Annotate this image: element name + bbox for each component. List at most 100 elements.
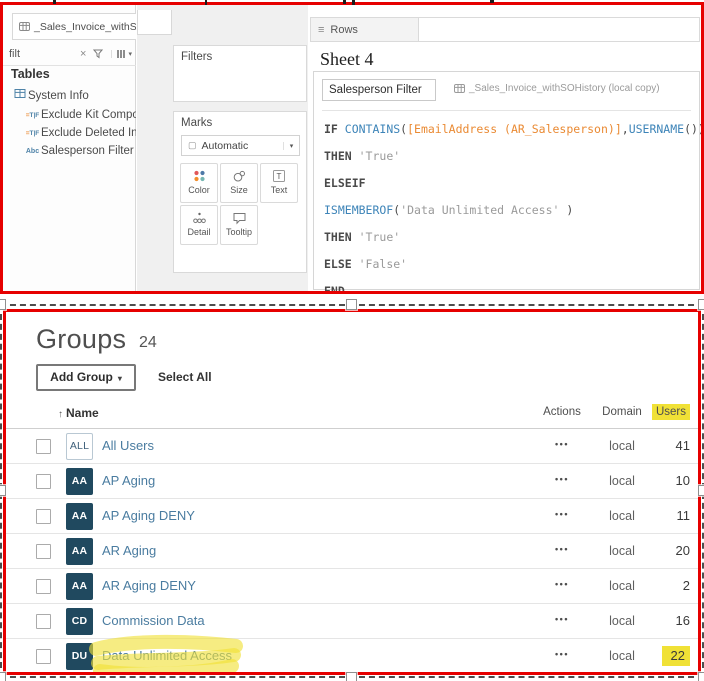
table-row: DUData Unlimited Access•••local22 <box>6 639 698 674</box>
table-row: ALLAll Users•••local41 <box>6 429 698 464</box>
selection-handle[interactable] <box>0 485 6 496</box>
actions-menu-icon[interactable]: ••• <box>542 544 582 554</box>
table-row: CDCommission Data•••local16 <box>6 604 698 639</box>
group-name-link[interactable]: AP Aging DENY <box>102 508 195 523</box>
row-checkbox[interactable] <box>36 544 51 559</box>
actions-menu-icon[interactable]: ••• <box>542 474 582 484</box>
field-label: System Info <box>28 90 89 102</box>
column-header-name[interactable]: ↑Name <box>58 406 99 420</box>
actions-menu-icon[interactable]: ••• <box>542 579 582 589</box>
screenshot-page: _Sales_Invoice_withSOHi... filt × ▾ Tabl… <box>0 0 704 681</box>
column-header-users[interactable]: Users <box>644 404 690 420</box>
field-item[interactable]: =T|FExclude Kit Components ... <box>3 105 136 123</box>
tooltip-icon <box>221 206 257 227</box>
groups-count: 24 <box>139 334 157 352</box>
domain-value: local <box>600 509 644 523</box>
group-name-link[interactable]: AR Aging <box>102 543 156 558</box>
field-item[interactable]: System Info <box>3 87 136 105</box>
filter-funnel-icon[interactable] <box>93 49 103 59</box>
calculated-boolean-icon: =T|F <box>24 105 41 123</box>
field-item[interactable]: =T|FExclude Deleted Invoice ... <box>3 123 136 141</box>
caret-down-icon[interactable]: ▾ <box>283 142 299 150</box>
group-name-link[interactable]: Data Unlimited Access <box>102 648 232 663</box>
formula-line: ISMEMBEROF('Data Unlimited Access' ) <box>324 197 695 224</box>
domain-value: local <box>600 579 644 593</box>
field-item[interactable]: AbcSalesperson Filter <box>3 141 136 159</box>
formula-line: THEN 'True' <box>324 224 695 251</box>
selection-handle[interactable] <box>698 299 704 310</box>
row-checkbox[interactable] <box>36 509 51 524</box>
column-header-actions[interactable]: Actions <box>538 406 586 418</box>
red-annotation-box-top: _Sales_Invoice_withSOHi... filt × ▾ Tabl… <box>0 2 704 294</box>
data-pane: _Sales_Invoice_withSOHi... filt × ▾ Tabl… <box>3 5 136 291</box>
highlight-users-value: 22 <box>662 646 690 666</box>
table-row: AAAP Aging•••local10 <box>6 464 698 499</box>
datasource-tab[interactable]: _Sales_Invoice_withSOHi... <box>12 13 136 40</box>
pane-tab-stub <box>137 10 172 35</box>
field-label: Exclude Kit Components ... <box>41 109 136 121</box>
calc-datasource: _Sales_Invoice_withSOHistory (local copy… <box>454 83 660 94</box>
filters-shelf[interactable]: Filters <box>173 45 307 102</box>
rows-shelf-icon: ≡ <box>318 24 324 36</box>
size-icon <box>221 164 257 185</box>
mark-button-label: Detail <box>181 227 217 237</box>
datasource-icon <box>19 21 30 32</box>
group-name-link[interactable]: All Users <box>102 438 154 453</box>
formula-editor[interactable]: IF CONTAINS([EmailAddress (AR_Salesperso… <box>324 116 695 294</box>
group-initials-badge: ALL <box>66 433 93 460</box>
row-checkbox[interactable] <box>36 649 51 664</box>
selection-handle[interactable] <box>0 672 6 681</box>
search-input[interactable]: filt <box>9 48 76 60</box>
table-icon <box>11 87 28 105</box>
tooltip-mark-button[interactable]: Tooltip <box>220 205 258 245</box>
field-label: Exclude Deleted Invoice ... <box>41 127 136 139</box>
view-columns-icon[interactable] <box>111 50 125 58</box>
domain-value: local <box>600 439 644 453</box>
selection-handle[interactable] <box>346 672 357 681</box>
group-name-link[interactable]: Commission Data <box>102 613 205 628</box>
group-initials-badge: DU <box>66 643 93 670</box>
datasource-icon <box>454 83 465 94</box>
users-count: 20 <box>640 543 690 558</box>
actions-menu-icon[interactable]: ••• <box>542 614 582 624</box>
calc-field-name-input[interactable]: Salesperson Filter <box>322 79 436 101</box>
mark-button-label: Tooltip <box>221 227 257 237</box>
size-mark-button[interactable]: Size <box>220 163 258 203</box>
users-count: 2 <box>640 578 690 593</box>
row-checkbox[interactable] <box>36 474 51 489</box>
clear-search-icon[interactable]: × <box>80 48 86 60</box>
cropped-text-fragment <box>205 0 207 5</box>
formula-line: IF CONTAINS([EmailAddress (AR_Salesperso… <box>324 116 695 143</box>
field-label: Salesperson Filter <box>41 145 134 157</box>
selection-handle[interactable] <box>698 672 704 681</box>
detail-mark-button[interactable]: Detail <box>180 205 218 245</box>
selection-handle[interactable] <box>0 299 6 310</box>
select-all-link[interactable]: Select All <box>158 370 212 384</box>
row-checkbox[interactable] <box>36 579 51 594</box>
selection-handle[interactable] <box>346 299 357 310</box>
cropped-text-fragment <box>343 0 346 4</box>
actions-menu-icon[interactable]: ••• <box>542 509 582 519</box>
selection-handle[interactable] <box>698 485 704 496</box>
color-mark-button[interactable]: Color <box>180 163 218 203</box>
caret-down-icon[interactable]: ▾ <box>128 50 132 58</box>
text-mark-button[interactable]: TText <box>260 163 298 203</box>
text-icon: T <box>261 164 297 185</box>
group-name-link[interactable]: AP Aging <box>102 473 155 488</box>
row-checkbox[interactable] <box>36 439 51 454</box>
column-header-domain[interactable]: Domain <box>598 406 646 418</box>
group-name-link[interactable]: AR Aging DENY <box>102 578 196 593</box>
add-group-button[interactable]: Add Group▾ <box>36 364 136 391</box>
domain-value: local <box>600 474 644 488</box>
page-title: Groups <box>36 324 126 355</box>
group-initials-badge: CD <box>66 608 93 635</box>
cropped-text-fragment <box>53 0 56 4</box>
rows-shelf[interactable]: ≡ Rows <box>310 17 700 42</box>
marks-card: Marks ▢ Automatic ▾ ColorSizeTTextDetail… <box>173 111 307 273</box>
tables-section-label: Tables <box>11 67 50 81</box>
data-pane-search: filt × ▾ <box>3 43 136 66</box>
row-checkbox[interactable] <box>36 614 51 629</box>
actions-menu-icon[interactable]: ••• <box>542 649 582 659</box>
mark-type-dropdown[interactable]: ▢ Automatic ▾ <box>181 135 300 156</box>
actions-menu-icon[interactable]: ••• <box>542 439 582 449</box>
